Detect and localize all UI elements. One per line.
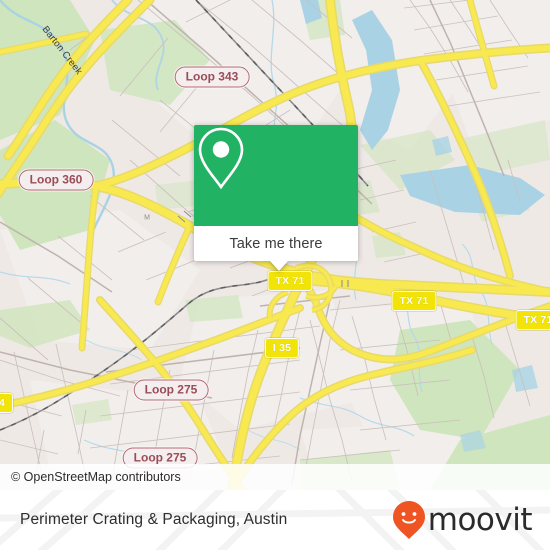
moovit-place-map-screen: Barton Creek M Loop 343 Loop 360 TX 71 TX 7… [0, 0, 550, 550]
attribution-text: © OpenStreetMap contributors [11, 470, 181, 484]
popup-cta-area[interactable]: Take me there [194, 226, 358, 261]
road-shield-i-35: I 35 [264, 338, 300, 358]
road-shield-loop-360: Loop 360 [18, 169, 94, 191]
road-shield-tx-71-main: TX 71 [267, 271, 313, 291]
road-shield-tx-71-east: TX 71 [391, 291, 437, 311]
map-canvas[interactable]: Barton Creek M Loop 343 Loop 360 TX 71 TX 7… [0, 0, 550, 490]
road-shield-loop-275-n: Loop 275 [133, 379, 209, 401]
popup-pin-area [194, 125, 358, 226]
map-attribution: © OpenStreetMap contributors [0, 464, 550, 490]
moovit-wordmark: moovit [427, 501, 533, 538]
moovit-smiley-pin-icon [392, 501, 425, 539]
road-shield-loop-343: Loop 343 [174, 66, 250, 88]
location-pin-icon [198, 127, 244, 190]
road-shield-tx-71-edge: TX 71 [515, 310, 550, 330]
footer-bar: Perimeter Crating & Packaging, Austin mo… [0, 490, 550, 550]
take-me-there-button[interactable]: Take me there [229, 236, 322, 252]
place-title: Perimeter Crating & Packaging, Austin [20, 511, 288, 528]
road-shield-hwy-edge: 4 [0, 393, 14, 413]
moovit-brand[interactable]: moovit [392, 500, 550, 540]
poi-minor-label: M [144, 214, 150, 222]
popup-pointer-tail [270, 261, 288, 271]
place-popup-card[interactable]: Take me there [194, 125, 358, 271]
